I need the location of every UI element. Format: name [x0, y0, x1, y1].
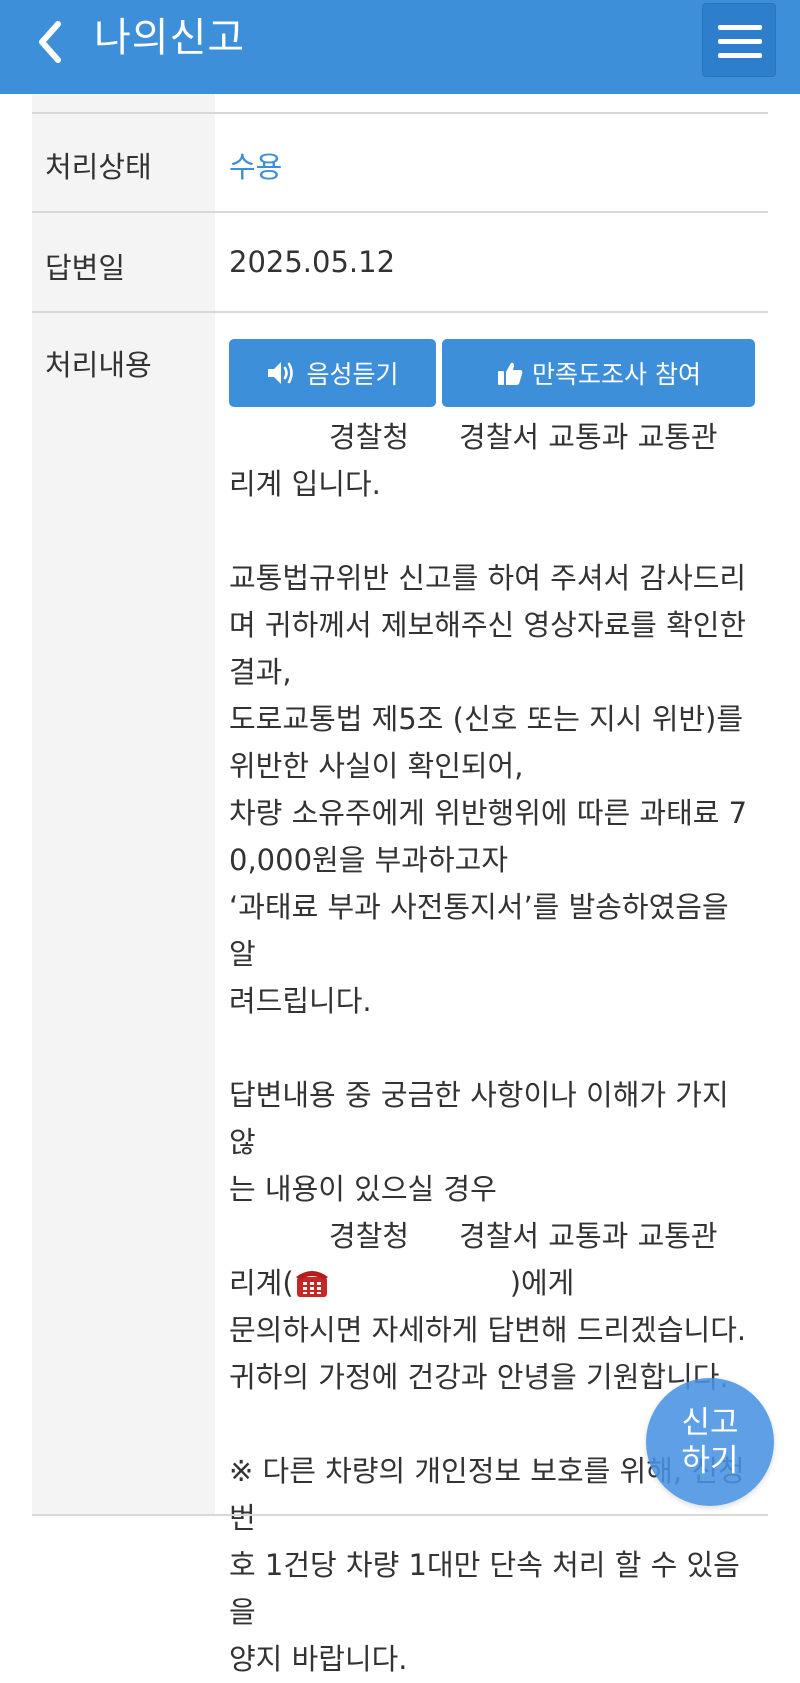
answer-date-value: 2025.05.12 [229, 245, 396, 279]
text-line: 위반한 사실이 확인되어, [229, 749, 524, 783]
thumbs-up-icon [496, 359, 524, 387]
text-line: 호 1건당 차량 1대만 단속 처리 할 수 있음을 [229, 1548, 740, 1629]
fab-label-line1: 신고 [681, 1405, 739, 1441]
text-line: 리계 입니다. [229, 467, 381, 501]
label-column [32, 94, 215, 1516]
redacted-text [409, 424, 460, 454]
divider [32, 211, 768, 213]
menu-button[interactable] [702, 3, 776, 77]
divider [32, 1514, 768, 1516]
text-line: 려드립니다. [229, 984, 372, 1018]
telephone-icon [294, 1265, 330, 1299]
answer-date-label: 답변일 [45, 251, 126, 285]
status-label: 처리상태 [45, 150, 152, 184]
fab-label-line2: 하기 [681, 1443, 739, 1479]
text-fragment: )에게 [509, 1266, 575, 1300]
text-line: 리계( )에게 [229, 1260, 759, 1307]
text-line: 는 내용이 있으실 경우 [229, 1172, 497, 1206]
content-label: 처리내용 [45, 348, 152, 382]
text-fragment: 리계( [229, 1266, 294, 1300]
chevron-left-icon [39, 21, 61, 63]
text-line: 0,000원을 부과하고자 [229, 843, 508, 877]
text-fragment: 경찰청 [329, 1219, 410, 1253]
text-line: 교통법규위반 신고를 하여 주셔서 감사드리 [229, 561, 747, 595]
text-line: 도로교통법 제5조 (신호 또는 지시 위반)를 [229, 702, 744, 736]
redacted-text [329, 1270, 510, 1300]
text-line: 경찰청 경찰서 교통과 교통관 [229, 1213, 759, 1260]
hamburger-icon-bar [718, 39, 762, 44]
redacted-text [409, 1223, 460, 1253]
text-line: 며 귀하께서 제보해주신 영상자료를 확인한 [229, 608, 747, 642]
text-line: 결과, [229, 655, 292, 689]
speaker-icon [266, 359, 298, 387]
status-value: 수용 [229, 150, 283, 184]
audio-listen-label: 음성듣기 [306, 360, 399, 389]
app-header: 나의신고 [0, 0, 800, 94]
text-line: 문의하시면 자세하게 답변해 드리겠습니다. [229, 1313, 747, 1347]
text-line: 양지 바랍니다. [229, 1642, 408, 1676]
back-button[interactable] [30, 17, 70, 67]
redacted-text [229, 424, 329, 454]
text-fragment: 경찰서 교통과 교통관 [459, 1219, 718, 1253]
text-fragment: 경찰청 [329, 420, 410, 454]
text-line: 차량 소유주에게 위반행위에 따른 과태료 7 [229, 796, 748, 830]
audio-listen-button[interactable]: 음성듣기 [229, 339, 436, 407]
divider [32, 112, 768, 114]
satisfaction-survey-label: 만족도조사 참여 [532, 360, 701, 389]
page-title: 나의신고 [94, 15, 246, 61]
satisfaction-survey-button[interactable]: 만족도조사 참여 [442, 339, 755, 407]
hamburger-icon-bar [718, 53, 762, 58]
report-fab-button[interactable]: 신고 하기 [646, 1378, 774, 1506]
text-line: 답변내용 중 궁금한 사항이나 이해가 가지 않 [229, 1078, 738, 1159]
text-line: ‘과태료 부과 사전통지서’를 발송하였음을 알 [229, 890, 738, 971]
hamburger-icon [718, 25, 762, 30]
text-line: 경찰청 경찰서 교통과 교통관 [229, 414, 759, 461]
report-detail-table: 처리상태 수용 답변일 2025.05.12 처리내용 음성듣기 만족도조사 참… [32, 94, 768, 1676]
divider [32, 311, 768, 313]
redacted-text [229, 1223, 329, 1253]
text-fragment: 경찰서 교통과 교통관 [459, 420, 718, 454]
